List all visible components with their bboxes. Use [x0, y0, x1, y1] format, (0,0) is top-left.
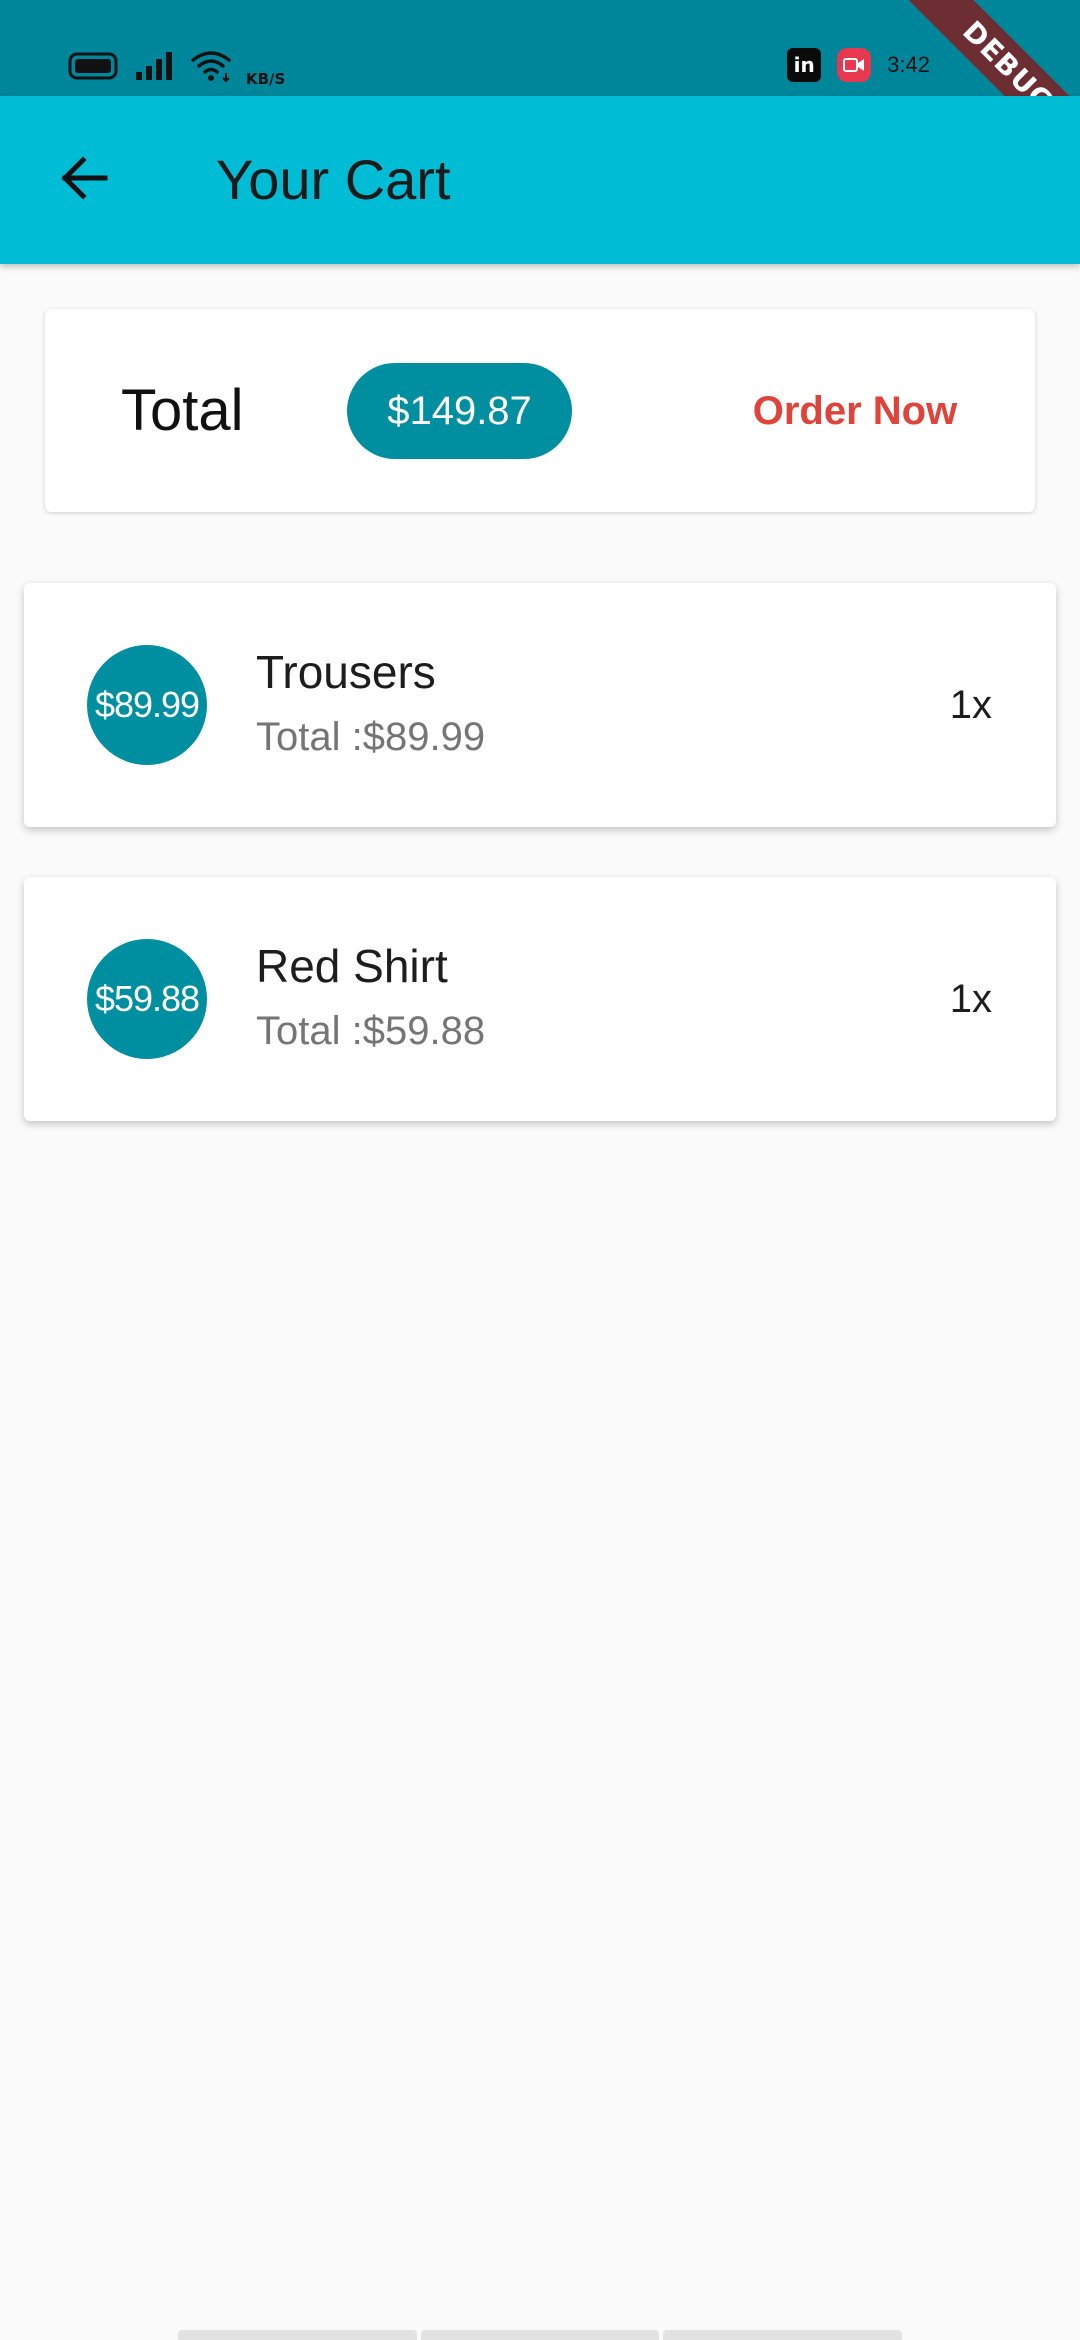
item-price-avatar: $89.99: [87, 645, 207, 765]
battery-icon: [68, 52, 120, 85]
back-button[interactable]: [44, 140, 124, 220]
status-right-group: in 3:42: [787, 48, 930, 82]
item-title: Trousers: [256, 646, 436, 698]
order-now-button[interactable]: Order Now: [685, 363, 1025, 459]
total-amount-chip: $149.87: [347, 363, 572, 459]
total-label: Total: [121, 378, 244, 443]
page-title: Your Cart: [216, 148, 451, 211]
item-subtotal: Total :$89.99: [256, 715, 486, 759]
cart-item[interactable]: $59.88 Red Shirt Total :$59.88 1x: [24, 877, 1056, 1121]
nav-hint-segment: [178, 2330, 417, 2340]
status-left-group: KB/S: [68, 48, 285, 88]
wifi-icon: [190, 49, 234, 88]
nav-hint-segment: [420, 2330, 660, 2340]
screen-record-icon: [837, 48, 872, 82]
item-subtotal: Total :$59.88: [256, 1009, 486, 1053]
cart-item[interactable]: $89.99 Trousers Total :$89.99 1x: [24, 583, 1056, 827]
status-bar: KB/S in 3:42: [0, 0, 1080, 96]
status-clock: 3:42: [887, 52, 930, 77]
cart-total-card: Total $149.87 Order Now: [45, 309, 1035, 512]
item-price-avatar: $59.88: [87, 939, 207, 1059]
item-quantity: 1x: [949, 683, 992, 727]
arrow-left-icon: [57, 151, 111, 210]
item-quantity: 1x: [949, 977, 992, 1021]
app-bar: Your Cart: [0, 96, 1080, 264]
item-title: Red Shirt: [256, 940, 448, 992]
gesture-nav-bar[interactable]: [178, 2330, 903, 2340]
network-speed-unit: KB/S: [246, 70, 286, 88]
signal-icon: [134, 50, 176, 87]
nav-hint-segment: [663, 2330, 903, 2340]
linkedin-icon: in: [787, 48, 822, 82]
